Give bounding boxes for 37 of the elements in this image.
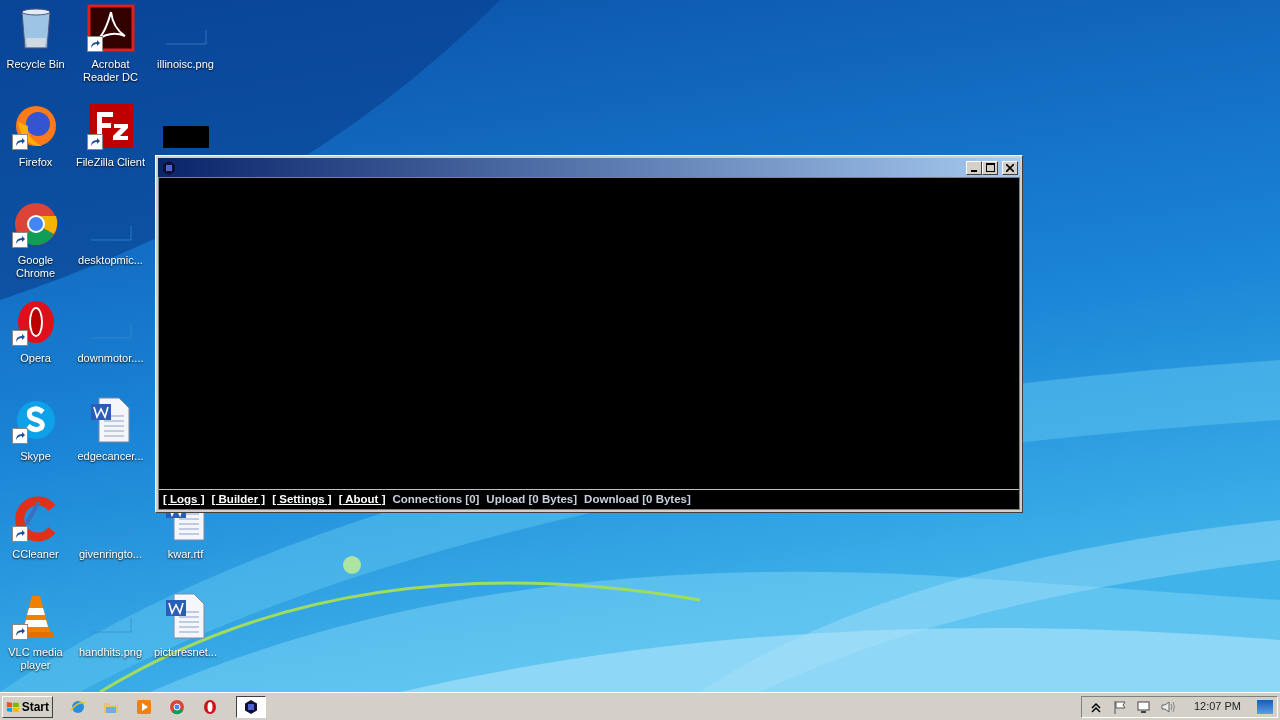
o-letter-icon[interactable] [202, 698, 218, 715]
minimize-button[interactable] [966, 160, 982, 175]
close-icon [1006, 163, 1014, 172]
icon-label[interactable]: Firefox [18, 156, 53, 169]
browser-circle-icon[interactable] [169, 698, 185, 715]
icon-label[interactable]: Skype [20, 450, 51, 463]
show-desktop-button[interactable] [1257, 699, 1273, 714]
close-button[interactable] [1002, 160, 1018, 175]
hexagon-icon [244, 699, 258, 714]
footer-link[interactable]: [ Settings ] [272, 490, 332, 509]
status-text: Upload [0 Bytes] [486, 491, 578, 507]
play-tile-icon[interactable] [136, 698, 152, 715]
icon-label[interactable]: desktopmic... [78, 254, 143, 267]
icon-label[interactable]: Acrobat Reader DC [73, 58, 148, 84]
clock[interactable]: 12:07 PM [1193, 698, 1241, 715]
icon-label[interactable]: Opera [20, 352, 51, 365]
speaker-icon[interactable] [1159, 698, 1176, 715]
footer-link[interactable]: [ About ] [338, 490, 386, 509]
start-button[interactable]: Start [2, 695, 53, 718]
icon-label[interactable]: downmotor.... [77, 352, 144, 365]
icon-label[interactable]: Recycle Bin [6, 58, 65, 71]
app-icon [162, 160, 176, 175]
icon-label[interactable]: illinoisc.png [157, 58, 214, 71]
minimize-icon [971, 169, 977, 172]
monitor-icon[interactable] [1135, 698, 1152, 715]
footer-link[interactable]: [ Builder ] [211, 490, 266, 509]
icon-label[interactable]: Google Chrome [0, 254, 73, 280]
icon-label[interactable]: FileZilla Client [75, 156, 146, 169]
document-swirl-icon[interactable] [86, 4, 135, 52]
maximize-icon [985, 163, 995, 172]
status-text: Connections [0] [392, 491, 480, 507]
flag-icon[interactable] [1111, 698, 1128, 715]
maximize-button[interactable] [982, 160, 998, 175]
footer-link[interactable]: [ Logs ] [163, 490, 205, 509]
taskbar-app-button[interactable] [236, 695, 266, 718]
status-text: Download [0 Bytes] [584, 491, 691, 507]
icon-label[interactable]: edgecancer... [77, 450, 144, 463]
